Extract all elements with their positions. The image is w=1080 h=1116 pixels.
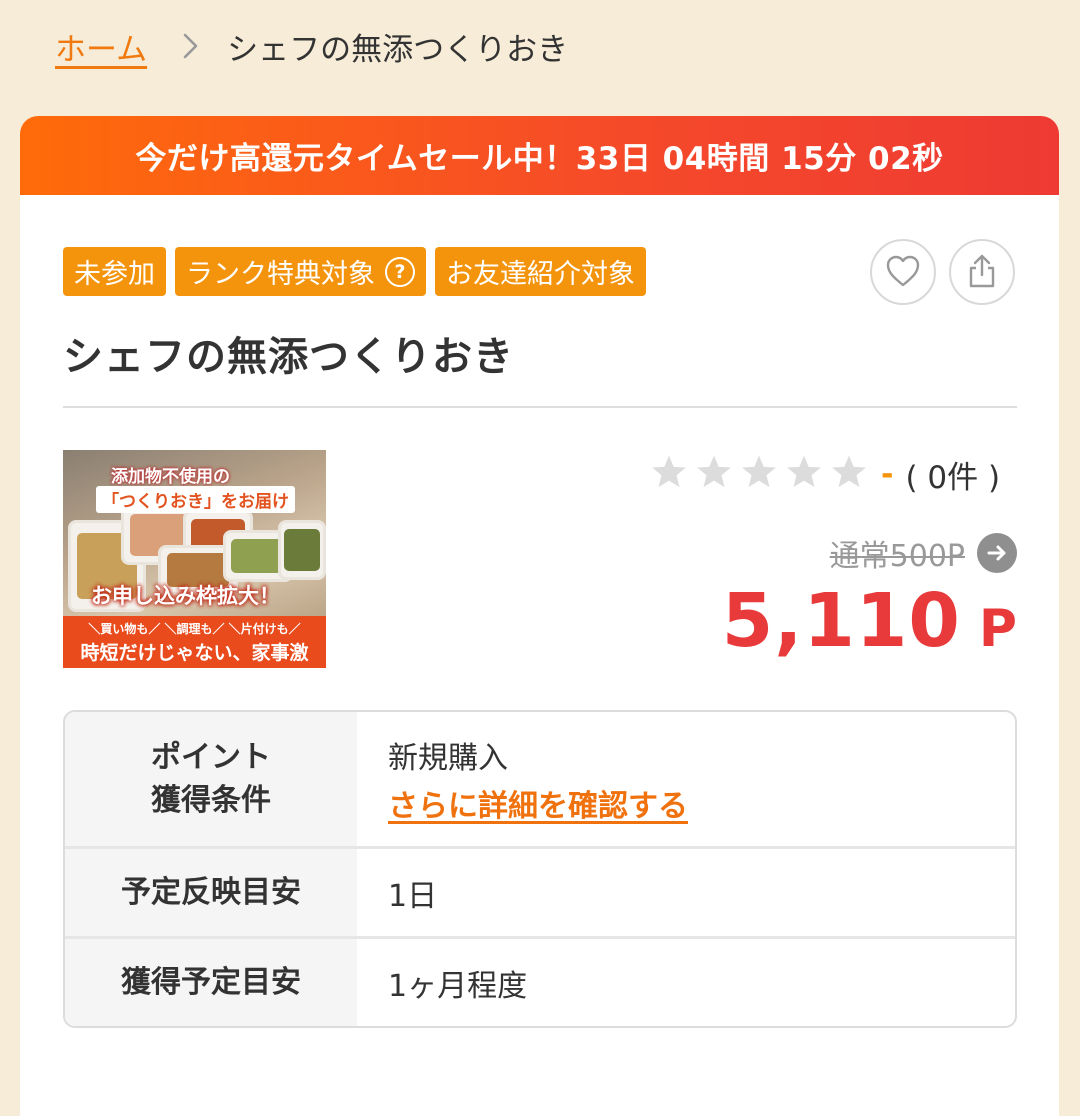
table-row: 予定反映目安 1日: [65, 849, 1015, 939]
table-row: ポイント 獲得条件 新規購入 さらに詳細を確認する: [65, 712, 1015, 849]
share-button[interactable]: [949, 239, 1015, 305]
breadcrumb-home-link[interactable]: ホーム: [55, 24, 147, 69]
star-icon: [830, 454, 875, 494]
regular-price: 通常500P: [829, 539, 965, 574]
thumbnail-caption-5: 時短だけじゃない、家事激減！: [80, 642, 309, 664]
thumbnail-bottom-band: ＼買い物も／ ＼調理も／ ＼片付けも／ 時短だけじゃない、家事激減！: [63, 616, 326, 668]
thumbnail-caption-3: お申し込み枠拡大！: [91, 584, 280, 608]
arrow-right-icon[interactable]: [977, 533, 1017, 573]
rating: - ( 0件 ): [650, 450, 1000, 498]
table-row: 獲得予定目安 1ヶ月程度: [65, 939, 1015, 1026]
reflect-header: 予定反映目安: [65, 849, 357, 936]
referral-badge: お友達紹介対象: [435, 247, 646, 296]
rating-score: -: [881, 456, 894, 492]
rank-benefit-badge[interactable]: ランク特典対象 ?: [175, 247, 426, 296]
star-icon: [695, 454, 740, 494]
condition-header-line-2: 獲得条件: [151, 783, 271, 818]
condition-header-line-1: ポイント: [151, 739, 271, 775]
condition-cell: 新規購入 さらに詳細を確認する: [357, 712, 1015, 846]
participation-status-badge: 未参加: [63, 247, 166, 296]
question-icon[interactable]: ?: [385, 256, 415, 287]
referral-label: お友達紹介対象: [446, 259, 635, 290]
reflect-value: 1日: [388, 878, 438, 914]
price: 5,110 P: [722, 578, 1017, 664]
share-icon: [966, 253, 998, 292]
point-info-table: ポイント 獲得条件 新規購入 さらに詳細を確認する 予定反映目安 1日 獲得予定…: [63, 710, 1017, 1028]
earn-header: 獲得予定目安: [65, 939, 357, 1026]
participation-status-label: 未参加: [74, 259, 155, 290]
price-unit: P: [978, 599, 1017, 659]
star-icon: [740, 454, 785, 494]
title-divider: [63, 406, 1017, 408]
rank-benefit-label: ランク特典対象: [186, 259, 375, 290]
review-count[interactable]: ( 0件 ): [905, 452, 1000, 497]
breadcrumb: ホーム シェフの無添つくりおき: [55, 22, 568, 70]
condition-header: ポイント 獲得条件: [65, 712, 357, 846]
breadcrumb-current: シェフの無添つくりおき: [227, 31, 569, 68]
thumbnail-caption-2: 「つくりおき」をお届け: [96, 486, 295, 513]
product-title: シェフの無添つくりおき: [63, 334, 514, 380]
condition-value: 新規購入: [388, 741, 508, 776]
thumbnail-caption-1: 添加物不使用の: [111, 467, 230, 487]
earn-value: 1ヶ月程度: [388, 968, 528, 1004]
thumbnail-dish-6: [278, 520, 326, 580]
product-thumbnail[interactable]: 添加物不使用の 「つくりおき」をお届け お申し込み枠拡大！ ＼買い物も／ ＼調理…: [63, 450, 326, 668]
favorite-button[interactable]: [870, 239, 936, 305]
price-value: 5,110: [721, 578, 961, 664]
star-icon: [785, 454, 830, 494]
product-card: 今だけ高還元タイムセール中！33日 04時間 15分 02秒 未参加 ランク特典…: [20, 116, 1059, 1116]
time-sale-banner: 今だけ高還元タイムセール中！33日 04時間 15分 02秒: [20, 116, 1059, 195]
detail-link[interactable]: さらに詳細を確認する: [388, 781, 1015, 825]
badge-list: 未参加 ランク特典対象 ? お友達紹介対象: [63, 247, 646, 296]
heart-icon: [885, 254, 921, 291]
star-icon: [650, 454, 695, 494]
regular-price-row[interactable]: 通常500P: [830, 532, 1017, 574]
chevron-right-icon: [165, 22, 217, 70]
thumbnail-caption-4: ＼買い物も／ ＼調理も／ ＼片付けも／: [88, 622, 301, 636]
